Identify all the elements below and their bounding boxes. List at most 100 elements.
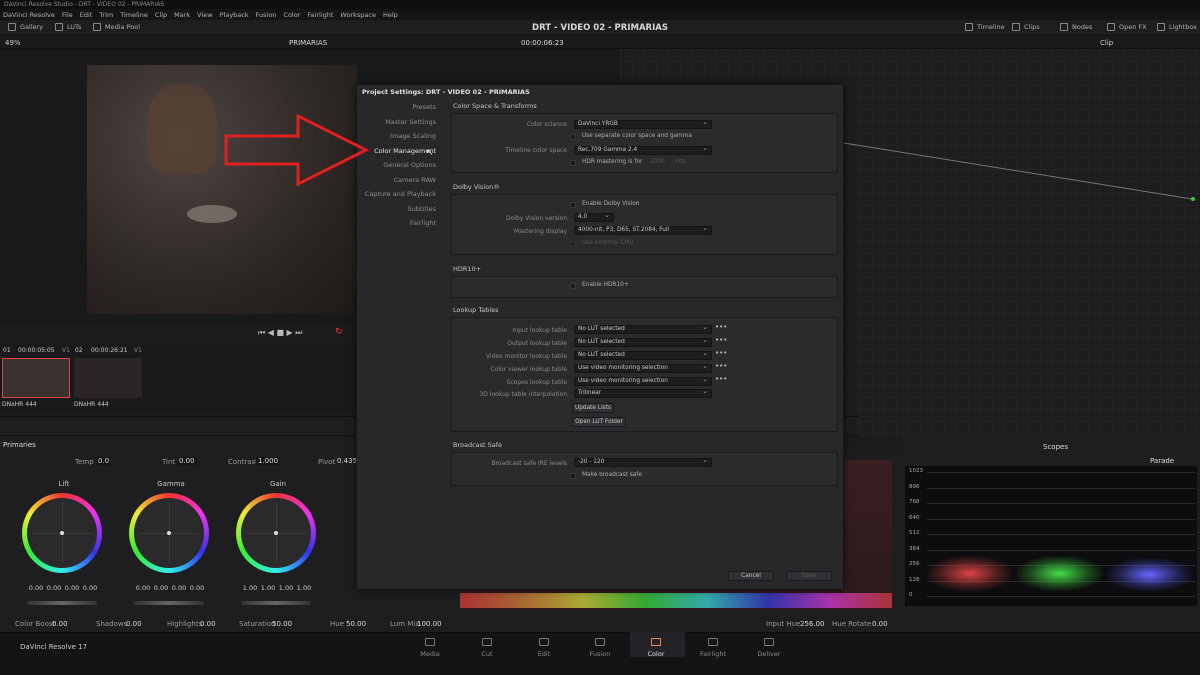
update-lists-button[interactable]: Update Lists [572, 403, 614, 413]
transport-icons[interactable]: ⏮ ◀ ■ ▶ ⏭ [258, 328, 302, 338]
save-button[interactable]: Save [786, 571, 832, 581]
clip-thumb-2[interactable] [74, 358, 142, 398]
menu-item-playback[interactable]: Playback [220, 11, 249, 19]
clip-mode-select[interactable]: Clip [1100, 39, 1113, 47]
nav-item-subtitles[interactable]: Subtitles [408, 205, 436, 213]
page-fairlight[interactable]: Fairlight [693, 638, 733, 658]
make-bs-checkbox[interactable] [570, 473, 576, 479]
page-edit[interactable]: Edit [524, 638, 564, 658]
nodes-button[interactable]: Nodes [1060, 23, 1092, 31]
color-science-select[interactable]: DaVinci YRGB [574, 119, 712, 129]
zoom-level[interactable]: 49% [5, 39, 21, 47]
lightbox-button[interactable]: Lightbox [1157, 23, 1197, 31]
nav-item-presets[interactable]: Presets [412, 103, 436, 111]
highlights-field[interactable]: 0.00 [200, 620, 216, 628]
lut-row-select[interactable]: No LUT selected [574, 337, 712, 347]
more-options-icon[interactable]: ••• [715, 349, 727, 357]
menu-item-workspace[interactable]: Workspace [340, 11, 376, 19]
timeline-cs-label: Timeline color space [505, 147, 567, 154]
nav-item-general-options[interactable]: General Options [383, 161, 436, 169]
nav-item-capture-and-playback[interactable]: Capture and Playback [365, 190, 436, 198]
gallery-button[interactable]: Gallery [8, 23, 43, 31]
timeline-button[interactable]: Timeline [965, 23, 1005, 31]
external-cmu-checkbox[interactable] [570, 241, 576, 247]
menu-item-clip[interactable]: Clip [155, 11, 167, 19]
mastering-display-select[interactable]: 4000-nit, P3, D65, ST.2084, Full [574, 225, 712, 235]
bs-heading: Broadcast Safe [453, 441, 503, 449]
page-deliver[interactable]: Deliver [749, 638, 789, 658]
saturation-field[interactable]: 50.00 [272, 620, 292, 628]
contrast-field[interactable]: 1.000 [256, 457, 281, 465]
gamma-values[interactable]: 0.00 0.00 0.00 0.00 [134, 584, 206, 592]
hue-rotate-field[interactable]: 0.00 [872, 620, 888, 628]
menu-item-mark[interactable]: Mark [174, 11, 190, 19]
open-lut-folder-button[interactable]: Open LUT Folder [572, 417, 626, 427]
page-cut[interactable]: Cut [467, 638, 507, 658]
lift-values[interactable]: 0.00 0.00 0.00 0.00 [27, 584, 99, 592]
menu-item-help[interactable]: Help [383, 11, 398, 19]
lift-wheel[interactable] [22, 493, 102, 573]
menu-item-view[interactable]: View [197, 11, 212, 19]
loop-icon[interactable]: ↻ [335, 327, 343, 337]
dv-version-select[interactable]: 4.0 [574, 212, 614, 222]
more-options-icon[interactable]: ••• [715, 323, 727, 331]
menu-item-davinci-resolve[interactable]: DaVinci Resolve [3, 11, 55, 19]
clips-button[interactable]: Clips [1012, 23, 1040, 31]
nodes-label: Nodes [1072, 23, 1093, 31]
cancel-button[interactable]: Cancel [728, 571, 774, 581]
menu-item-fairlight[interactable]: Fairlight [307, 11, 333, 19]
menu-item-timeline[interactable]: Timeline [120, 11, 148, 19]
hue-field[interactable]: 50.00 [346, 620, 366, 628]
page-media[interactable]: Media [410, 638, 450, 658]
clip-thumb-1[interactable] [2, 358, 70, 398]
luts-button[interactable]: LUTs [55, 23, 81, 31]
more-options-icon[interactable]: ••• [715, 375, 727, 383]
pivot-field[interactable]: 0.435 [337, 457, 357, 465]
scope-mode-select[interactable]: Parade [1150, 457, 1174, 465]
hdr-checkbox[interactable] [570, 160, 576, 166]
tint-field[interactable]: 0.00 [177, 457, 197, 465]
gamma-master-slider[interactable] [134, 601, 204, 605]
viewer-name[interactable]: PRIMARIAS [289, 39, 327, 47]
gain-master-slider[interactable] [241, 601, 311, 605]
lift-master-slider[interactable] [27, 601, 97, 605]
input-hue-field[interactable]: 256.00 [800, 620, 825, 628]
more-options-icon[interactable]: ••• [715, 362, 727, 370]
more-options-icon[interactable]: ••• [715, 336, 727, 344]
page-fusion[interactable]: Fusion [580, 638, 620, 658]
lut-interp-select[interactable]: Trilinear [574, 388, 712, 398]
color-boost-field[interactable]: 0.00 [52, 620, 68, 628]
nav-item-image-scaling[interactable]: Image Scaling [390, 132, 436, 140]
menu-item-fusion[interactable]: Fusion [256, 11, 277, 19]
clip-1-track: V1 [62, 347, 70, 354]
page-color[interactable]: Color [636, 638, 676, 658]
enable-dv-checkbox[interactable] [570, 202, 576, 208]
media-pool-button[interactable]: Media Pool [93, 23, 140, 31]
lum-mix-field[interactable]: 100.00 [417, 620, 442, 628]
timeline-cs-select[interactable]: Rec.709 Gamma 2.4 [574, 145, 712, 155]
shadows-field[interactable]: 0.00 [126, 620, 142, 628]
external-cmu-label: Use external CMU [582, 240, 634, 246]
bs-ire-select[interactable]: -20 - 120 [574, 457, 712, 467]
menu-item-edit[interactable]: Edit [80, 11, 93, 19]
lut-row-select[interactable]: Use video monitoring selection [574, 363, 712, 373]
nav-item-master-settings[interactable]: Master Settings [385, 118, 436, 126]
nav-item-camera-raw[interactable]: Camera RAW [394, 176, 436, 184]
enable-hdr10-checkbox[interactable] [570, 283, 576, 289]
gain-values[interactable]: 1.00 1.00 1.00 1.00 [241, 584, 313, 592]
lut-row-select[interactable]: Use video monitoring selection [574, 376, 712, 386]
menu-item-trim[interactable]: Trim [99, 11, 113, 19]
temp-field[interactable]: 0.0 [96, 457, 112, 465]
menu-item-color[interactable]: Color [283, 11, 300, 19]
clips-label: Clips [1024, 23, 1040, 31]
lut-row-select[interactable]: No LUT selected [574, 324, 712, 334]
open-fx-button[interactable]: Open FX [1107, 23, 1147, 31]
nav-item-fairlight[interactable]: Fairlight [410, 219, 436, 227]
hdr-nits-field[interactable]: 1000 [650, 159, 665, 165]
gamma-wheel[interactable] [129, 493, 209, 573]
menu-item-file[interactable]: File [62, 11, 73, 19]
lut-row-select[interactable]: No LUT selected [574, 350, 712, 360]
primaries-title: Primaries [3, 441, 36, 449]
separate-checkbox[interactable] [570, 134, 576, 140]
gain-wheel[interactable] [236, 493, 316, 573]
